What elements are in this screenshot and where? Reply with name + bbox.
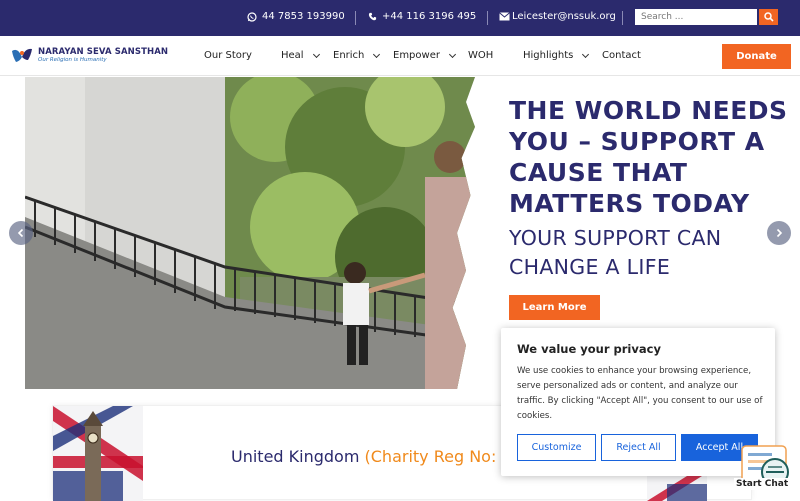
slider-next-button[interactable] xyxy=(767,221,791,245)
nav-label: WOH xyxy=(468,50,494,61)
nav-label: Our Story xyxy=(204,50,252,61)
chevron-down-icon xyxy=(582,50,590,58)
whatsapp-contact[interactable]: 44 7853 193990 xyxy=(247,11,345,22)
search-icon xyxy=(763,12,774,22)
phone-contact[interactable]: +44 116 3196 495 xyxy=(368,11,476,22)
email-address: Leicester@nssuk.org xyxy=(512,11,616,22)
chevron-down-icon xyxy=(448,50,457,58)
nav-our-story[interactable]: Our Story xyxy=(204,50,252,61)
donate-button[interactable]: Donate xyxy=(722,44,791,69)
learn-more-button[interactable]: Learn More xyxy=(509,295,600,320)
chevron-down-icon xyxy=(312,50,320,58)
main-nav: NARAYAN SEVA SANSTHAN Our Religion is Hu… xyxy=(0,36,800,76)
cookie-body: We use cookies to enhance your browsing … xyxy=(517,366,763,421)
nav-label: Heal xyxy=(281,50,304,61)
nav-empower[interactable]: Empower xyxy=(393,50,457,61)
nav-label: Empower xyxy=(393,50,440,61)
chevron-left-icon xyxy=(17,228,24,238)
chevron-down-icon xyxy=(373,50,381,58)
slider-prev-button[interactable] xyxy=(9,221,33,245)
reject-all-button[interactable]: Reject All xyxy=(601,434,676,461)
nav-label: Enrich xyxy=(333,50,365,61)
divider xyxy=(487,11,488,25)
logo-emblem-icon xyxy=(12,48,32,62)
top-bar: 44 7853 193990 +44 116 3196 495 Leiceste… xyxy=(0,0,800,36)
charity-reg: (Charity Reg No: 1 xyxy=(364,447,512,466)
cookie-title: We value your privacy xyxy=(517,342,661,356)
brand-tagline: Our Religion is Humanity xyxy=(38,57,107,63)
country-name: United Kingdom xyxy=(231,447,360,466)
envelope-icon xyxy=(499,12,510,21)
customize-button[interactable]: Customize xyxy=(517,434,596,461)
divider xyxy=(355,11,356,25)
whatsapp-icon xyxy=(247,11,257,22)
nav-woh[interactable]: WOH xyxy=(468,50,493,61)
divider xyxy=(622,11,623,25)
site-logo[interactable]: NARAYAN SEVA SANSTHAN Our Religion is Hu… xyxy=(10,45,168,65)
flag-fragment-image xyxy=(647,476,707,501)
start-chat-label[interactable]: Start Chat xyxy=(734,478,791,490)
cookie-consent-banner: We value your privacy We use cookies to … xyxy=(501,328,775,476)
chevron-right-icon xyxy=(776,228,783,238)
nav-enrich[interactable]: Enrich xyxy=(333,50,381,61)
hero-photo-illustration xyxy=(25,77,475,389)
hero-image xyxy=(25,77,475,389)
search-button[interactable] xyxy=(759,9,778,25)
hero-headline: THE WORLD NEEDS YOU – SUPPORT A CAUSE TH… xyxy=(509,96,788,218)
nav-label: Highlights xyxy=(523,50,574,61)
hero-subline: YOUR SUPPORT CAN CHANGE A LIFE xyxy=(509,226,722,279)
nav-highlights[interactable]: Highlights xyxy=(523,50,590,61)
email-contact[interactable]: Leicester@nssuk.org xyxy=(499,11,616,22)
phone-number: +44 116 3196 495 xyxy=(382,11,477,22)
uk-title: United Kingdom (Charity Reg No: 1 xyxy=(231,447,512,466)
nav-contact[interactable]: Contact xyxy=(602,50,641,61)
nav-label: Contact xyxy=(602,50,641,61)
brand-name: NARAYAN SEVA SANSTHAN xyxy=(38,47,169,57)
phone-icon xyxy=(368,12,377,21)
whatsapp-number: 44 7853 193990 xyxy=(262,11,345,22)
union-jack-image xyxy=(53,406,143,501)
nav-heal[interactable]: Heal xyxy=(281,50,320,61)
search-input[interactable] xyxy=(635,9,757,25)
